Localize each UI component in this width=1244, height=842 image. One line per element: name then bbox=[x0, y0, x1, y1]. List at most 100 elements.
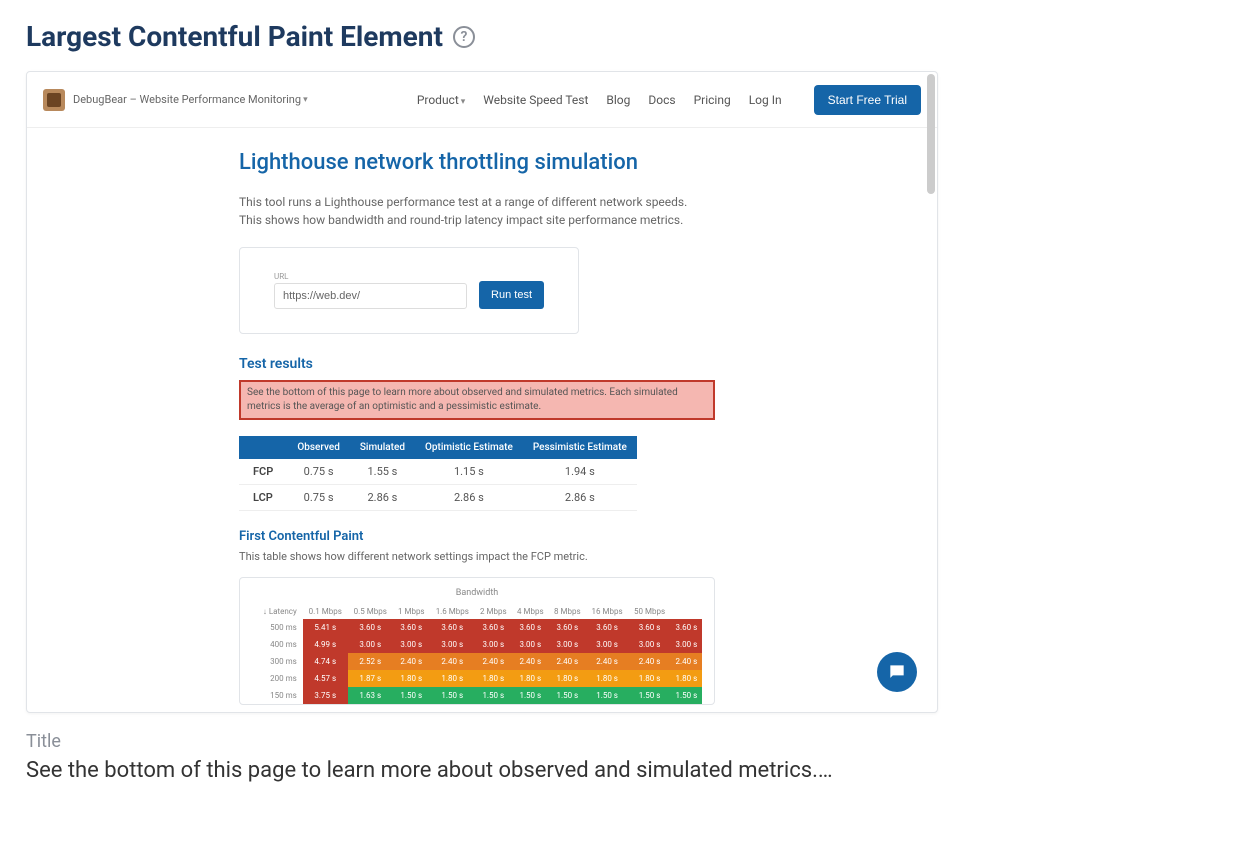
heat-cell: 1.50 s bbox=[586, 687, 628, 704]
page-heading: Lighthouse network throttling simulation bbox=[239, 150, 747, 175]
heat-cell: 3.60 s bbox=[430, 619, 475, 636]
heat-cell: 2.40 s bbox=[430, 653, 475, 670]
url-input[interactable] bbox=[274, 283, 467, 309]
table-row: FCP0.75 s1.55 s1.15 s1.94 s bbox=[239, 459, 637, 485]
nav-pricing[interactable]: Pricing bbox=[694, 93, 731, 107]
logo-icon[interactable] bbox=[43, 89, 65, 111]
heat-cell: 1.80 s bbox=[393, 670, 430, 687]
metrics-header: Observed bbox=[287, 436, 350, 459]
heat-cell: 3.00 s bbox=[586, 636, 628, 653]
metric-value: 0.75 s bbox=[287, 485, 350, 511]
metric-value: 2.86 s bbox=[350, 485, 415, 511]
heat-cell: 1.80 s bbox=[512, 670, 549, 687]
nav-blog[interactable]: Blog bbox=[606, 93, 630, 107]
heat-cell: 1.50 s bbox=[628, 687, 670, 704]
help-icon[interactable]: ? bbox=[453, 26, 475, 48]
url-input-box: URL Run test bbox=[239, 247, 579, 334]
heat-cell: 3.00 s bbox=[512, 636, 549, 653]
page-description: This tool runs a Lighthouse performance … bbox=[239, 193, 709, 229]
heat-cell: 4.99 s bbox=[303, 636, 348, 653]
heat-cell: 2.40 s bbox=[549, 653, 586, 670]
heat-cell: 1.80 s bbox=[430, 670, 475, 687]
metrics-header: Simulated bbox=[350, 436, 415, 459]
metrics-header: Pessimistic Estimate bbox=[523, 436, 637, 459]
heat-cell: 1.50 s bbox=[549, 687, 586, 704]
metric-value: 1.55 s bbox=[350, 459, 415, 485]
metric-value: 1.15 s bbox=[415, 459, 523, 485]
metric-value: 2.86 s bbox=[415, 485, 523, 511]
bandwidth-col: 1.6 Mbps bbox=[430, 604, 475, 619]
nav-bar: DebugBear – Website Performance Monitori… bbox=[27, 72, 937, 128]
section-title-text: Largest Contentful Paint Element bbox=[26, 20, 443, 53]
lcp-highlight-box: See the bottom of this page to learn mor… bbox=[239, 380, 715, 420]
chevron-down-icon: ▾ bbox=[461, 97, 466, 107]
table-row: 200 ms4.57 s1.87 s1.80 s1.80 s1.80 s1.80… bbox=[252, 670, 702, 687]
table-row: 400 ms4.99 s3.00 s3.00 s3.00 s3.00 s3.00… bbox=[252, 636, 702, 653]
section-title: Largest Contentful Paint Element ? bbox=[26, 20, 1218, 53]
heat-cell: 3.60 s bbox=[348, 619, 393, 636]
table-row: 300 ms4.74 s2.52 s2.40 s2.40 s2.40 s2.40… bbox=[252, 653, 702, 670]
heat-cell: 1.80 s bbox=[549, 670, 586, 687]
heat-cell: 4.57 s bbox=[303, 670, 348, 687]
bandwidth-col: 0.1 Mbps bbox=[303, 604, 348, 619]
heat-cell: 2.40 s bbox=[512, 653, 549, 670]
fcp-heatmap: Bandwidth ↓ Latency0.1 Mbps0.5 Mbps1 Mbp… bbox=[239, 577, 715, 705]
heat-cell: 2.40 s bbox=[475, 653, 512, 670]
latency-label: 300 ms bbox=[252, 653, 303, 670]
heat-cell: 1.80 s bbox=[475, 670, 512, 687]
metrics-table: ObservedSimulatedOptimistic EstimatePess… bbox=[239, 436, 637, 511]
bandwidth-col: 50 Mbps bbox=[628, 604, 670, 619]
lcp-screenshot: DebugBear – Website Performance Monitori… bbox=[26, 71, 938, 713]
nav-login[interactable]: Log In bbox=[749, 93, 782, 107]
heat-cell: 1.50 s bbox=[671, 687, 702, 704]
meta-label: Title bbox=[26, 731, 1218, 752]
nav-docs[interactable]: Docs bbox=[648, 93, 675, 107]
heat-cell: 2.40 s bbox=[586, 653, 628, 670]
heat-cell: 3.00 s bbox=[549, 636, 586, 653]
heat-cell: 3.75 s bbox=[303, 687, 348, 704]
metric-value: 1.94 s bbox=[523, 459, 637, 485]
table-row: 500 ms5.41 s3.60 s3.60 s3.60 s3.60 s3.60… bbox=[252, 619, 702, 636]
run-test-button[interactable]: Run test bbox=[479, 281, 544, 309]
chat-icon[interactable] bbox=[877, 652, 917, 692]
heat-cell: 1.87 s bbox=[348, 670, 393, 687]
heat-cell: 3.00 s bbox=[475, 636, 512, 653]
heat-cell: 2.40 s bbox=[393, 653, 430, 670]
brand-text[interactable]: DebugBear – Website Performance Monitori… bbox=[73, 93, 301, 106]
bandwidth-col: 4 Mbps bbox=[512, 604, 549, 619]
heat-cell: 2.40 s bbox=[628, 653, 670, 670]
metric-label: FCP bbox=[239, 459, 287, 485]
table-row: LCP0.75 s2.86 s2.86 s2.86 s bbox=[239, 485, 637, 511]
metric-label: LCP bbox=[239, 485, 287, 511]
bandwidth-col: 2 Mbps bbox=[475, 604, 512, 619]
fcp-heading: First Contentful Paint bbox=[239, 529, 747, 544]
latency-axis-label: ↓ Latency bbox=[252, 604, 303, 619]
meta-text: See the bottom of this page to learn mor… bbox=[26, 758, 996, 783]
heat-cell: 1.63 s bbox=[348, 687, 393, 704]
results-heading: Test results bbox=[239, 356, 747, 372]
latency-label: 200 ms bbox=[252, 670, 303, 687]
heat-cell: 3.00 s bbox=[348, 636, 393, 653]
fcp-desc: This table shows how different network s… bbox=[239, 550, 747, 563]
bandwidth-col: 16 Mbps bbox=[586, 604, 628, 619]
metric-value: 0.75 s bbox=[287, 459, 350, 485]
heat-cell: 3.60 s bbox=[586, 619, 628, 636]
scrollbar[interactable] bbox=[927, 74, 935, 194]
heat-cell: 3.60 s bbox=[512, 619, 549, 636]
heat-cell: 3.60 s bbox=[393, 619, 430, 636]
url-label: URL bbox=[274, 272, 467, 281]
nav-product[interactable]: Product▾ bbox=[417, 93, 465, 107]
latency-label: 500 ms bbox=[252, 619, 303, 636]
heat-cell: 2.40 s bbox=[671, 653, 702, 670]
heat-cell: 1.80 s bbox=[628, 670, 670, 687]
caret-icon: ▾ bbox=[303, 95, 308, 105]
page-content: Lighthouse network throttling simulation… bbox=[27, 128, 747, 705]
heat-cell: 1.50 s bbox=[393, 687, 430, 704]
heat-cell: 3.60 s bbox=[475, 619, 512, 636]
latency-label: 150 ms bbox=[252, 687, 303, 704]
heat-cell: 5.41 s bbox=[303, 619, 348, 636]
lcp-meta: Title See the bottom of this page to lea… bbox=[26, 731, 1218, 783]
heat-cell: 2.52 s bbox=[348, 653, 393, 670]
start-trial-button[interactable]: Start Free Trial bbox=[814, 85, 921, 115]
nav-speed-test[interactable]: Website Speed Test bbox=[483, 93, 588, 107]
